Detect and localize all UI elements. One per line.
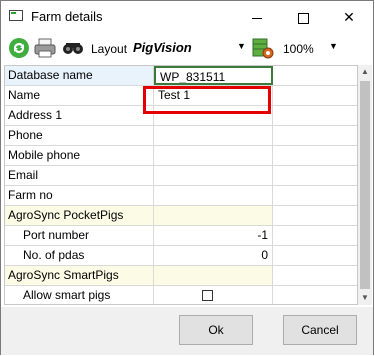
allow-smart-pigs-checkbox[interactable] xyxy=(202,290,213,301)
name-field[interactable]: Test 1 xyxy=(154,86,273,105)
allow-smart-pigs-cell xyxy=(154,286,273,304)
category-row[interactable]: AgroSync SmartPigs xyxy=(5,266,357,286)
property-label: Mobile phone xyxy=(5,146,154,165)
chevron-down-icon[interactable]: ▼ xyxy=(329,41,338,51)
table-row[interactable]: Allow smart pigs xyxy=(5,286,357,304)
property-label: Farm no xyxy=(5,186,154,205)
address-field[interactable] xyxy=(154,106,273,125)
table-row[interactable]: Port number -1 xyxy=(5,226,357,246)
ok-button[interactable]: Ok xyxy=(179,315,253,345)
table-row[interactable]: Email xyxy=(5,166,357,186)
scroll-up-icon[interactable]: ▲ xyxy=(358,65,372,79)
minimize-icon xyxy=(252,17,262,19)
title-bar: Farm details ✕ xyxy=(1,1,373,33)
database-name-field[interactable]: WP_831511 xyxy=(154,66,273,85)
toolbar: Layout PigVision ▼ 100% ▼ xyxy=(1,33,373,63)
vertical-scrollbar[interactable]: ▲ ▼ xyxy=(358,65,372,305)
minimize-button[interactable] xyxy=(234,1,280,33)
category-label: AgroSync SmartPigs xyxy=(5,266,154,285)
table-row[interactable]: Name Test 1 xyxy=(5,86,357,106)
refresh-icon[interactable] xyxy=(7,36,31,60)
scroll-down-icon[interactable]: ▼ xyxy=(358,291,372,305)
property-label: Email xyxy=(5,166,154,185)
table-row[interactable]: Database name WP_831511 xyxy=(5,66,357,86)
window-title: Farm details xyxy=(31,9,103,24)
property-label: Phone xyxy=(5,126,154,145)
grid-settings-icon[interactable] xyxy=(251,36,275,60)
property-label: Address 1 xyxy=(5,106,154,125)
chevron-down-icon[interactable]: ▼ xyxy=(237,41,246,51)
mobile-phone-field[interactable] xyxy=(154,146,273,165)
farm-details-window: Farm details ✕ Layout PigVision ▼ 100% ▼… xyxy=(0,0,374,355)
property-grid: Database name WP_831511 Name Test 1 Addr… xyxy=(4,65,358,305)
layout-label: Layout xyxy=(91,42,128,56)
close-icon: ✕ xyxy=(343,9,355,25)
category-row[interactable]: AgroSync PocketPigs xyxy=(5,206,357,226)
category-value xyxy=(154,266,273,285)
layout-icon[interactable] xyxy=(61,36,85,60)
button-bar: Ok Cancel xyxy=(1,307,373,355)
maximize-button[interactable] xyxy=(280,1,326,33)
phone-field[interactable] xyxy=(154,126,273,145)
table-row[interactable]: Address 1 xyxy=(5,106,357,126)
table-row[interactable]: Phone xyxy=(5,126,357,146)
table-row[interactable]: Farm no xyxy=(5,186,357,206)
property-label: Name xyxy=(5,86,154,105)
property-label: Allow smart pigs xyxy=(5,286,154,304)
category-value xyxy=(154,206,273,225)
port-number-field[interactable]: -1 xyxy=(154,226,273,245)
app-icon xyxy=(9,10,23,21)
property-label: Port number xyxy=(5,226,154,245)
email-field[interactable] xyxy=(154,166,273,185)
category-label: AgroSync PocketPigs xyxy=(5,206,154,225)
farm-no-field[interactable] xyxy=(154,186,273,205)
table-row[interactable]: No. of pdas 0 xyxy=(5,246,357,266)
print-icon[interactable] xyxy=(33,36,57,60)
property-label: No. of pdas xyxy=(5,246,154,265)
table-row[interactable]: Mobile phone xyxy=(5,146,357,166)
zoom-select[interactable]: 100% xyxy=(283,42,314,56)
close-button[interactable]: ✕ xyxy=(326,1,372,33)
layout-select[interactable]: PigVision xyxy=(133,40,192,55)
property-label: Database name xyxy=(5,66,154,85)
maximize-icon xyxy=(297,12,309,24)
no-of-pdas-field[interactable]: 0 xyxy=(154,246,273,265)
scrollbar-thumb[interactable] xyxy=(360,81,370,289)
cancel-button[interactable]: Cancel xyxy=(283,315,357,345)
